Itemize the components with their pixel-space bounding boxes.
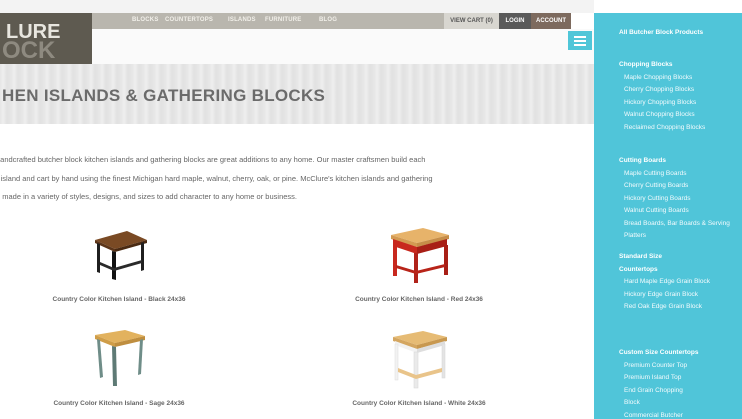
sidebar-link-all-products[interactable]: All Butcher Block Products bbox=[619, 27, 737, 40]
nav-furniture[interactable]: FURNITURE bbox=[265, 17, 301, 23]
sidebar-item[interactable]: Premium Island Top bbox=[619, 372, 737, 385]
account-button[interactable]: ACCOUNT bbox=[531, 13, 571, 29]
category-sidebar: All Butcher Block Products Chopping Bloc… bbox=[594, 13, 742, 419]
sidebar-item[interactable]: Premium Counter Top bbox=[619, 360, 737, 373]
nav-blog[interactable]: BLOG bbox=[319, 17, 337, 23]
kitchen-island-image bbox=[391, 228, 449, 283]
sidebar-group-standard-countertops: Standard Size Countertops Hard Maple Edg… bbox=[619, 251, 737, 314]
product-image[interactable] bbox=[81, 218, 157, 290]
sidebar-item[interactable]: Walnut Chopping Blocks bbox=[619, 109, 737, 122]
nav-countertops[interactable]: COUNTERTOPS bbox=[165, 17, 213, 23]
product-name[interactable]: Country Color Kitchen Island - Black 24x… bbox=[44, 296, 194, 303]
product-image[interactable] bbox=[81, 322, 157, 394]
product-card[interactable]: Country Color Kitchen Island - White 24x… bbox=[344, 322, 494, 407]
sidebar-item[interactable]: Bread Boards, Bar Boards & Serving Platt… bbox=[619, 218, 731, 243]
product-card[interactable]: Country Color Kitchen Island - Sage 24x3… bbox=[44, 322, 194, 407]
sidebar-item[interactable]: Red Oak Edge Grain Block bbox=[619, 301, 705, 314]
sidebar-item[interactable]: Hickory Chopping Blocks bbox=[619, 97, 737, 110]
sidebar-heading[interactable]: Custom Size Countertops bbox=[619, 347, 737, 360]
kitchen-island-image bbox=[393, 331, 447, 389]
product-image[interactable] bbox=[381, 218, 457, 290]
view-cart-button[interactable]: VIEW CART (0) bbox=[444, 13, 499, 29]
sidebar-item[interactable]: Maple Chopping Blocks bbox=[619, 72, 737, 85]
sidebar-item[interactable]: Reclaimed Chopping Blocks bbox=[619, 122, 709, 135]
top-navigation: BLOCKS COUNTERTOPS ISLANDS FURNITURE BLO… bbox=[92, 13, 444, 29]
sidebar-item[interactable]: Cherry Chopping Blocks bbox=[619, 84, 737, 97]
product-card[interactable]: Country Color Kitchen Island - Black 24x… bbox=[44, 218, 194, 303]
hamburger-menu-icon[interactable] bbox=[568, 31, 592, 50]
page-title: HEN ISLANDS & GATHERING BLOCKS bbox=[2, 86, 326, 105]
sidebar-heading[interactable]: Cutting Boards bbox=[619, 155, 737, 168]
intro-line: handcrafted butcher block kitchen island… bbox=[0, 155, 426, 164]
logo-text-line2: OCK bbox=[2, 37, 56, 64]
sidebar-group-custom-countertops: Custom Size Countertops Premium Counter … bbox=[619, 347, 737, 419]
product-name[interactable]: Country Color Kitchen Island - Sage 24x3… bbox=[44, 400, 194, 407]
login-button[interactable]: LOGIN bbox=[499, 13, 531, 29]
sidebar-all-products: All Butcher Block Products bbox=[619, 27, 737, 40]
sidebar-heading[interactable]: Standard Size Countertops bbox=[619, 251, 689, 276]
sidebar-heading[interactable]: Chopping Blocks bbox=[619, 59, 737, 72]
main-page: LURE OCK BLOCKS COUNTERTOPS ISLANDS FURN… bbox=[0, 0, 594, 419]
sidebar-group-cutting-boards: Cutting Boards Maple Cutting Boards Cher… bbox=[619, 155, 737, 243]
sidebar-item[interactable]: Cherry Cutting Boards bbox=[619, 180, 737, 193]
sidebar-item[interactable]: Hickory Cutting Boards bbox=[619, 193, 737, 206]
sidebar-group-chopping-blocks: Chopping Blocks Maple Chopping Blocks Ch… bbox=[619, 59, 737, 134]
sidebar-item[interactable]: Hickory Edge Grain Block bbox=[619, 289, 737, 302]
intro-text: handcrafted butcher block kitchen island… bbox=[0, 151, 594, 207]
sidebar-item[interactable]: Maple Cutting Boards bbox=[619, 168, 737, 181]
hero-banner: HEN ISLANDS & GATHERING BLOCKS bbox=[0, 64, 594, 124]
intro-line: r island and cart by hand using the fine… bbox=[0, 173, 433, 183]
top-shade bbox=[0, 0, 594, 13]
product-card[interactable]: Country Color Kitchen Island - Red 24x36 bbox=[344, 218, 494, 303]
sidebar-item[interactable]: Commercial Butcher bbox=[619, 410, 737, 419]
sidebar-item[interactable]: Walnut Cutting Boards bbox=[619, 205, 737, 218]
nav-islands[interactable]: ISLANDS bbox=[228, 17, 256, 23]
product-name[interactable]: Country Color Kitchen Island - White 24x… bbox=[344, 400, 494, 407]
intro-line: e made in a variety of styles, designs, … bbox=[0, 192, 297, 201]
sidebar-item[interactable]: End Grain Chopping Block bbox=[619, 385, 699, 410]
product-name[interactable]: Country Color Kitchen Island - Red 24x36 bbox=[344, 296, 494, 303]
nav-blocks[interactable]: BLOCKS bbox=[132, 17, 159, 23]
site-logo[interactable]: LURE OCK bbox=[0, 13, 92, 64]
sidebar-item[interactable]: Hard Maple Edge Grain Block bbox=[619, 276, 717, 289]
product-image[interactable] bbox=[381, 322, 457, 394]
subnav-strip bbox=[92, 29, 594, 65]
kitchen-island-image bbox=[95, 330, 145, 386]
kitchen-island-image bbox=[95, 231, 147, 280]
